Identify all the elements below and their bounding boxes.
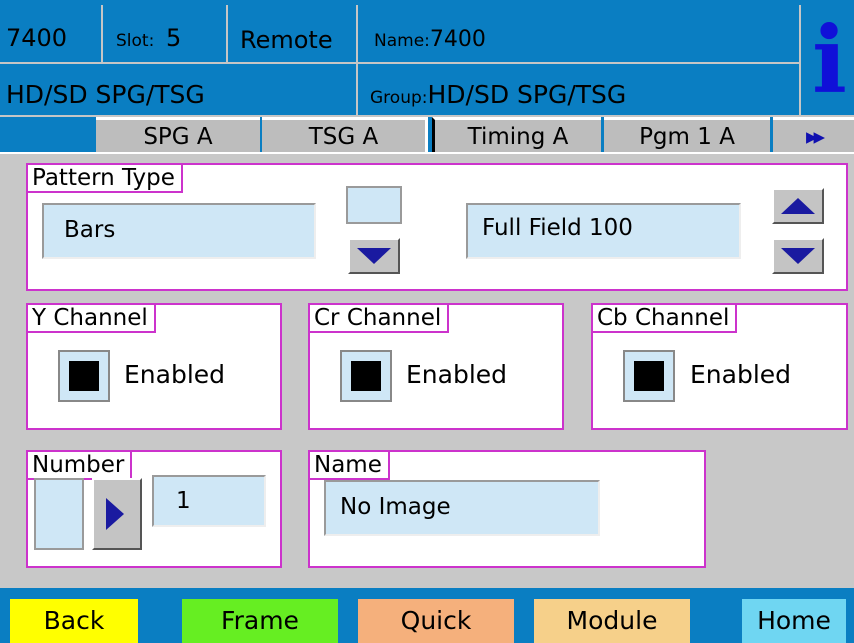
module-button[interactable]: Module [534, 599, 690, 643]
cb-channel-legend: Cb Channel [593, 305, 738, 333]
tabs-more-icon[interactable]: ▸▸ [773, 117, 854, 154]
right-arrow-icon [106, 498, 124, 530]
down-arrow-icon [357, 248, 391, 264]
tab-tsg-a[interactable]: TSG A [262, 117, 428, 154]
card-type-label: HD/SD SPG/TSG [6, 80, 205, 109]
mode-label: Remote [240, 26, 333, 54]
tab-timing-a[interactable]: Timing A [432, 117, 601, 154]
up-arrow-icon [781, 198, 815, 214]
pattern-primary-field[interactable]: Bars [42, 203, 316, 259]
cr-channel-legend: Cr Channel [310, 305, 450, 333]
number-legend: Number [28, 452, 133, 480]
name-caption: Name: [374, 31, 430, 51]
checkbox-mark [351, 361, 381, 391]
number-value: 1 [176, 488, 191, 514]
back-button[interactable]: Back [10, 599, 138, 643]
group-label: Group:HD/SD SPG/TSG [370, 80, 627, 109]
slot-caption: Slot: [116, 31, 155, 51]
number-prev-slot [34, 478, 84, 550]
tab-divider [0, 152, 854, 154]
home-button[interactable]: Home [742, 599, 846, 643]
cr-channel-enabled-checkbox[interactable] [340, 350, 392, 402]
group-value: HD/SD SPG/TSG [427, 80, 627, 109]
tab-pgm-1-a[interactable]: Pgm 1 A [604, 117, 770, 154]
number-next-button[interactable] [92, 478, 142, 550]
checkbox-mark [69, 361, 99, 391]
info-icon[interactable]: i [805, 14, 854, 114]
y-channel-legend: Y Channel [28, 305, 156, 333]
pattern-primary-up-slot [346, 186, 402, 224]
cb-channel-enabled-label: Enabled [690, 360, 792, 389]
tab-spg-a[interactable]: SPG A [96, 117, 260, 154]
cb-channel-enabled-checkbox[interactable] [623, 350, 675, 402]
pattern-primary-value: Bars [64, 217, 116, 243]
number-field[interactable]: 1 [152, 475, 266, 527]
pattern-secondary-value: Full Field 100 [482, 215, 633, 241]
pattern-type-legend: Pattern Type [28, 165, 183, 193]
pattern-secondary-field[interactable]: Full Field 100 [466, 203, 741, 259]
group-caption: Group: [370, 88, 428, 108]
slot-label: Slot: 5 [116, 24, 182, 52]
name-value: No Image [340, 494, 451, 520]
down-arrow-icon [781, 248, 815, 264]
name-legend: Name [310, 452, 390, 480]
pattern-secondary-up-button[interactable] [772, 188, 824, 224]
device-name: Name:7400 [374, 26, 486, 51]
pattern-secondary-down-button[interactable] [772, 238, 824, 274]
quick-button[interactable]: Quick [358, 599, 514, 643]
frame-button[interactable]: Frame [182, 599, 338, 643]
model-label: 7400 [6, 24, 68, 52]
y-channel-enabled-checkbox[interactable] [58, 350, 110, 402]
y-channel-enabled-label: Enabled [124, 360, 226, 389]
name-field[interactable]: No Image [324, 480, 600, 536]
pattern-primary-down-button[interactable] [348, 238, 400, 274]
slot-number: 5 [165, 24, 182, 52]
checkbox-mark [634, 361, 664, 391]
cr-channel-enabled-label: Enabled [406, 360, 508, 389]
name-value: 7400 [429, 27, 486, 52]
